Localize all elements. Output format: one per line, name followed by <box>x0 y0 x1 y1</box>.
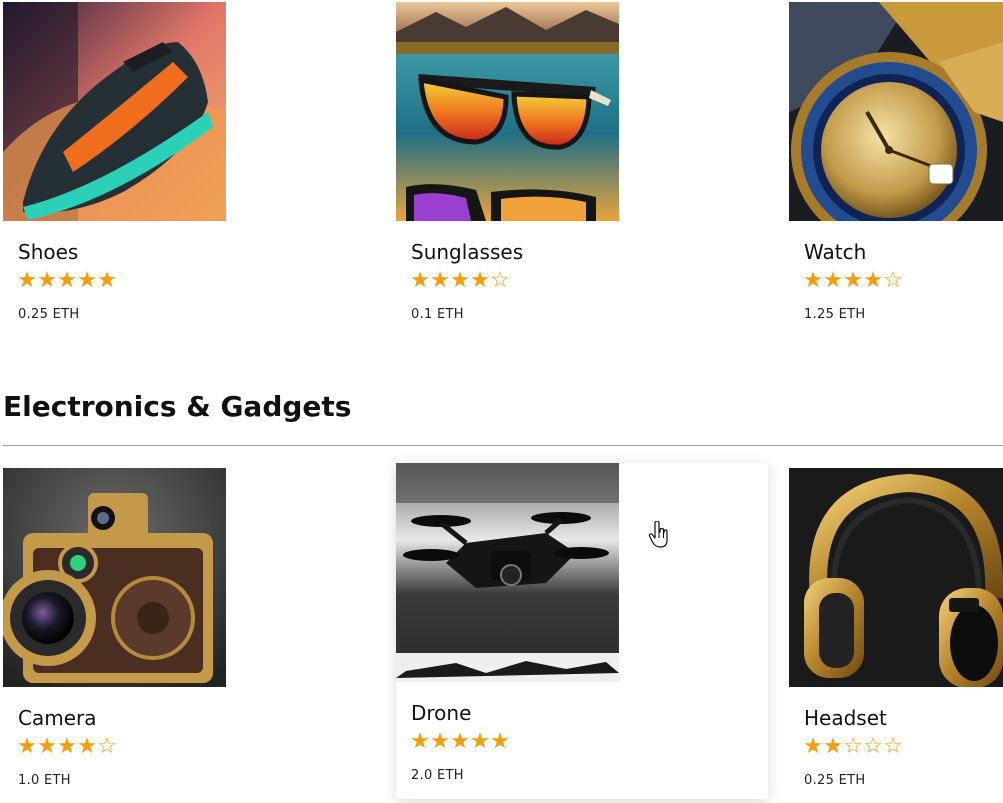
star-filled-icon: ★ <box>17 734 37 759</box>
star-outline-icon: ☆ <box>97 734 117 759</box>
product-name[interactable]: Headset <box>804 706 887 730</box>
star-outline-icon: ☆ <box>863 734 883 759</box>
star-outline-icon: ☆ <box>490 268 510 293</box>
product-card-headset[interactable]: Headset ★★☆☆☆ 0.25 ETH <box>789 468 1003 798</box>
star-outline-icon: ☆ <box>883 734 903 759</box>
star-filled-icon: ★ <box>77 268 97 293</box>
star-filled-icon: ★ <box>863 268 883 293</box>
star-filled-icon: ★ <box>430 729 450 754</box>
product-card-drone[interactable]: Drone ★★★★★ 2.0 ETH <box>396 463 768 799</box>
product-price: 1.25 ETH <box>804 307 866 322</box>
product-name[interactable]: Shoes <box>18 240 78 264</box>
rating-stars: ★★☆☆☆ <box>803 736 903 758</box>
product-name[interactable]: Drone <box>411 701 471 725</box>
star-outline-icon: ☆ <box>843 734 863 759</box>
star-filled-icon: ★ <box>37 734 57 759</box>
product-name[interactable]: Sunglasses <box>411 240 523 264</box>
product-card-watch[interactable]: Watch ★★★★☆ 1.25 ETH <box>789 2 1003 332</box>
product-image-watch[interactable] <box>789 2 1003 221</box>
star-filled-icon: ★ <box>37 268 57 293</box>
product-price: 0.1 ETH <box>411 307 464 322</box>
section-divider <box>3 445 1003 446</box>
rating-stars: ★★★★☆ <box>17 736 117 758</box>
star-filled-icon: ★ <box>843 268 863 293</box>
product-price: 2.0 ETH <box>411 768 464 783</box>
star-filled-icon: ★ <box>450 729 470 754</box>
star-filled-icon: ★ <box>430 268 450 293</box>
star-filled-icon: ★ <box>490 729 510 754</box>
product-name[interactable]: Watch <box>804 240 866 264</box>
rating-stars: ★★★★★ <box>410 731 510 753</box>
product-image-drone[interactable] <box>396 463 619 682</box>
product-card-shoes[interactable]: Shoes ★★★★★ 0.25 ETH <box>3 2 375 332</box>
product-image-camera[interactable] <box>3 468 226 687</box>
star-filled-icon: ★ <box>823 734 843 759</box>
star-outline-icon: ☆ <box>883 268 903 293</box>
star-filled-icon: ★ <box>57 734 77 759</box>
star-filled-icon: ★ <box>803 268 823 293</box>
star-filled-icon: ★ <box>97 268 117 293</box>
star-filled-icon: ★ <box>410 268 430 293</box>
star-filled-icon: ★ <box>410 729 430 754</box>
star-filled-icon: ★ <box>17 268 37 293</box>
product-name[interactable]: Camera <box>18 706 97 730</box>
rating-stars: ★★★★★ <box>17 270 117 292</box>
star-filled-icon: ★ <box>823 268 843 293</box>
product-image-sunglasses[interactable] <box>396 2 619 221</box>
product-image-shoes[interactable] <box>3 2 226 221</box>
star-filled-icon: ★ <box>57 268 77 293</box>
product-price: 1.0 ETH <box>18 773 71 788</box>
star-filled-icon: ★ <box>803 734 823 759</box>
star-filled-icon: ★ <box>77 734 97 759</box>
product-card-camera[interactable]: Camera ★★★★☆ 1.0 ETH <box>3 468 375 798</box>
star-filled-icon: ★ <box>450 268 470 293</box>
product-price: 0.25 ETH <box>804 773 866 788</box>
hand-pointer-icon <box>648 521 668 548</box>
star-filled-icon: ★ <box>470 268 490 293</box>
section-title: Electronics & Gadgets <box>3 390 352 423</box>
product-card-sunglasses[interactable]: Sunglasses ★★★★☆ 0.1 ETH <box>396 2 768 332</box>
rating-stars: ★★★★☆ <box>410 270 510 292</box>
star-filled-icon: ★ <box>470 729 490 754</box>
product-price: 0.25 ETH <box>18 307 80 322</box>
rating-stars: ★★★★☆ <box>803 270 903 292</box>
product-image-headset[interactable] <box>789 468 1003 687</box>
